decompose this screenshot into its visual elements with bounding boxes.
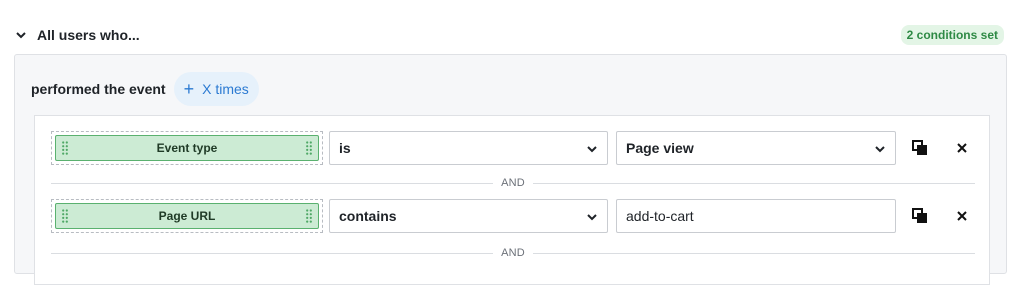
divider (532, 252, 976, 254)
and-connector: AND (51, 176, 976, 190)
condition-row: Event type is Page view (51, 131, 981, 165)
conditions-panel: performed the event + X times Event type (14, 54, 1007, 285)
event-row: performed the event + X times (31, 72, 259, 106)
copy-icon[interactable] (912, 208, 928, 224)
value-text: Page view (626, 140, 694, 156)
property-label: Event type (156, 141, 218, 155)
conditions-count-badge: 2 conditions set (900, 25, 1004, 45)
event-label: performed the event (31, 81, 166, 97)
x-times-button[interactable]: + X times (173, 72, 259, 106)
property-chip[interactable]: Event type (55, 135, 319, 161)
chevron-down-icon (875, 140, 885, 156)
drag-handle-icon[interactable] (304, 139, 314, 157)
close-icon[interactable] (954, 140, 970, 156)
segment-header: All users who... 2 conditions set (14, 24, 1010, 46)
operator-value: is (339, 140, 351, 156)
operator-select[interactable]: contains (329, 199, 608, 233)
copy-icon[interactable] (912, 140, 928, 156)
divider (51, 182, 494, 184)
chevron-down-icon[interactable] (14, 28, 28, 42)
operator-select[interactable]: is (329, 131, 608, 165)
divider (51, 252, 494, 254)
property-chip[interactable]: Page URL (55, 203, 319, 229)
condition-row: Page URL contains (51, 199, 981, 233)
condition-group: Event type is Page view AND Page URL con… (34, 115, 990, 285)
value-select[interactable]: Page view (616, 131, 896, 165)
property-drop-zone[interactable]: Page URL (51, 199, 323, 233)
value-text-input[interactable] (616, 199, 896, 233)
drag-handle-icon[interactable] (304, 207, 314, 225)
and-label: AND (501, 247, 525, 259)
and-connector: AND (51, 246, 976, 260)
close-icon[interactable] (954, 208, 970, 224)
drag-handle-icon[interactable] (60, 139, 70, 157)
property-drop-zone[interactable]: Event type (51, 131, 323, 165)
chevron-down-icon (587, 140, 597, 156)
and-label: AND (501, 177, 525, 189)
plus-icon: + (183, 79, 195, 99)
property-label: Page URL (158, 209, 216, 223)
drag-handle-icon[interactable] (60, 207, 70, 225)
divider (532, 182, 976, 184)
x-times-label: X times (202, 81, 249, 97)
chevron-down-icon (587, 208, 597, 224)
operator-value: contains (339, 208, 397, 224)
segment-title: All users who... (37, 27, 140, 43)
